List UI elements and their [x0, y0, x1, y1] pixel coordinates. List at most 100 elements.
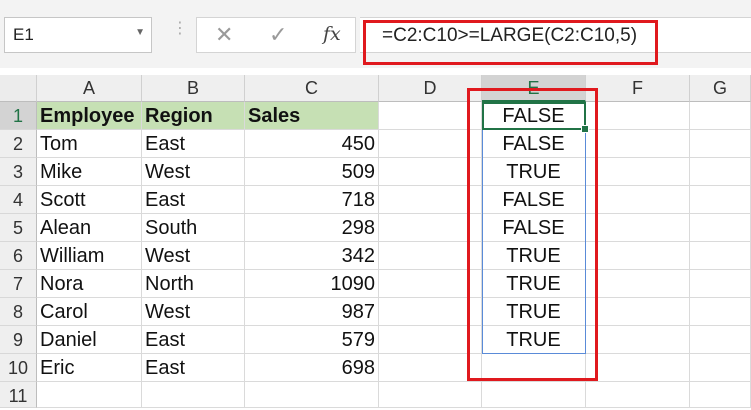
cell-f6[interactable] — [586, 242, 690, 270]
cell-c9[interactable]: 579 — [245, 326, 379, 354]
cell-e5[interactable]: FALSE — [482, 214, 586, 242]
cell-f3[interactable] — [586, 158, 690, 186]
row-header[interactable]: 3 — [0, 158, 37, 186]
cell-b3[interactable]: West — [142, 158, 245, 186]
cell-f10[interactable] — [586, 354, 690, 382]
cell-e10[interactable] — [482, 354, 586, 382]
row-header[interactable]: 6 — [0, 242, 37, 270]
cell-c6[interactable]: 342 — [245, 242, 379, 270]
cell-b7[interactable]: North — [142, 270, 245, 298]
cell-g11[interactable] — [690, 382, 751, 408]
name-box[interactable]: E1 ▼ — [4, 17, 152, 53]
cell-b9[interactable]: East — [142, 326, 245, 354]
cell-a10[interactable]: Eric — [37, 354, 142, 382]
cell-g5[interactable] — [690, 214, 751, 242]
cell-d11[interactable] — [379, 382, 482, 408]
cell-f8[interactable] — [586, 298, 690, 326]
column-header-d[interactable]: D — [379, 75, 482, 102]
cell-d7[interactable] — [379, 270, 482, 298]
cell-g6[interactable] — [690, 242, 751, 270]
cell-e1[interactable]: FALSE — [482, 102, 586, 130]
row-header[interactable]: 2 — [0, 130, 37, 158]
cell-c11[interactable] — [245, 382, 379, 408]
cell-b4[interactable]: East — [142, 186, 245, 214]
cell-f9[interactable] — [586, 326, 690, 354]
chevron-down-icon[interactable]: ▼ — [135, 27, 145, 38]
cell-d10[interactable] — [379, 354, 482, 382]
drag-handle-icon[interactable]: ⋮ — [172, 21, 188, 37]
cell-c10[interactable]: 698 — [245, 354, 379, 382]
cell-c1[interactable]: Sales — [245, 102, 379, 130]
row-header[interactable]: 8 — [0, 298, 37, 326]
cell-g2[interactable] — [690, 130, 751, 158]
cell-c3[interactable]: 509 — [245, 158, 379, 186]
cell-f2[interactable] — [586, 130, 690, 158]
cell-b11[interactable] — [142, 382, 245, 408]
cell-g9[interactable] — [690, 326, 751, 354]
cell-e8[interactable]: TRUE — [482, 298, 586, 326]
cell-a1[interactable]: Employee — [37, 102, 142, 130]
cell-g3[interactable] — [690, 158, 751, 186]
column-header-b[interactable]: B — [142, 75, 245, 102]
cell-f5[interactable] — [586, 214, 690, 242]
cell-a2[interactable]: Tom — [37, 130, 142, 158]
cell-b5[interactable]: South — [142, 214, 245, 242]
cell-g10[interactable] — [690, 354, 751, 382]
cell-e7[interactable]: TRUE — [482, 270, 586, 298]
cell-d1[interactable] — [379, 102, 482, 130]
cell-a4[interactable]: Scott — [37, 186, 142, 214]
cell-e9[interactable]: TRUE — [482, 326, 586, 354]
cell-f7[interactable] — [586, 270, 690, 298]
column-header-a[interactable]: A — [37, 75, 142, 102]
cell-a8[interactable]: Carol — [37, 298, 142, 326]
cell-f11[interactable] — [586, 382, 690, 408]
insert-function-icon[interactable]: fx — [323, 23, 341, 45]
row-header[interactable]: 1 — [0, 102, 37, 130]
column-header-g[interactable]: G — [690, 75, 751, 102]
select-all-corner[interactable] — [0, 75, 37, 102]
cell-f4[interactable] — [586, 186, 690, 214]
cell-f1[interactable] — [586, 102, 690, 130]
cell-a3[interactable]: Mike — [37, 158, 142, 186]
cell-d5[interactable] — [379, 214, 482, 242]
row-header[interactable]: 7 — [0, 270, 37, 298]
column-header-e[interactable]: E — [482, 75, 586, 102]
cell-e3[interactable]: TRUE — [482, 158, 586, 186]
cell-a6[interactable]: William — [37, 242, 142, 270]
cell-g7[interactable] — [690, 270, 751, 298]
cell-b10[interactable]: East — [142, 354, 245, 382]
cell-g8[interactable] — [690, 298, 751, 326]
cell-c8[interactable]: 987 — [245, 298, 379, 326]
cell-a9[interactable]: Daniel — [37, 326, 142, 354]
cell-e11[interactable] — [482, 382, 586, 408]
row-header[interactable]: 11 — [0, 382, 37, 408]
cell-c2[interactable]: 450 — [245, 130, 379, 158]
cell-c4[interactable]: 718 — [245, 186, 379, 214]
cell-b1[interactable]: Region — [142, 102, 245, 130]
cell-d6[interactable] — [379, 242, 482, 270]
cell-c5[interactable]: 298 — [245, 214, 379, 242]
cell-e2[interactable]: FALSE — [482, 130, 586, 158]
cell-b6[interactable]: West — [142, 242, 245, 270]
cell-a11[interactable] — [37, 382, 142, 408]
row-header[interactable]: 5 — [0, 214, 37, 242]
cell-b2[interactable]: East — [142, 130, 245, 158]
column-header-c[interactable]: C — [245, 75, 379, 102]
cell-d3[interactable] — [379, 158, 482, 186]
cell-b8[interactable]: West — [142, 298, 245, 326]
row-header[interactable]: 10 — [0, 354, 37, 382]
cancel-icon[interactable]: ✕ — [215, 22, 233, 48]
cell-c7[interactable]: 1090 — [245, 270, 379, 298]
cell-d8[interactable] — [379, 298, 482, 326]
row-header[interactable]: 9 — [0, 326, 37, 354]
row-header[interactable]: 4 — [0, 186, 37, 214]
cell-g1[interactable] — [690, 102, 751, 130]
cell-d4[interactable] — [379, 186, 482, 214]
cell-a7[interactable]: Nora — [37, 270, 142, 298]
column-header-f[interactable]: F — [586, 75, 690, 102]
cell-e4[interactable]: FALSE — [482, 186, 586, 214]
cell-a5[interactable]: Alean — [37, 214, 142, 242]
cell-g4[interactable] — [690, 186, 751, 214]
cell-d9[interactable] — [379, 326, 482, 354]
cell-e6[interactable]: TRUE — [482, 242, 586, 270]
